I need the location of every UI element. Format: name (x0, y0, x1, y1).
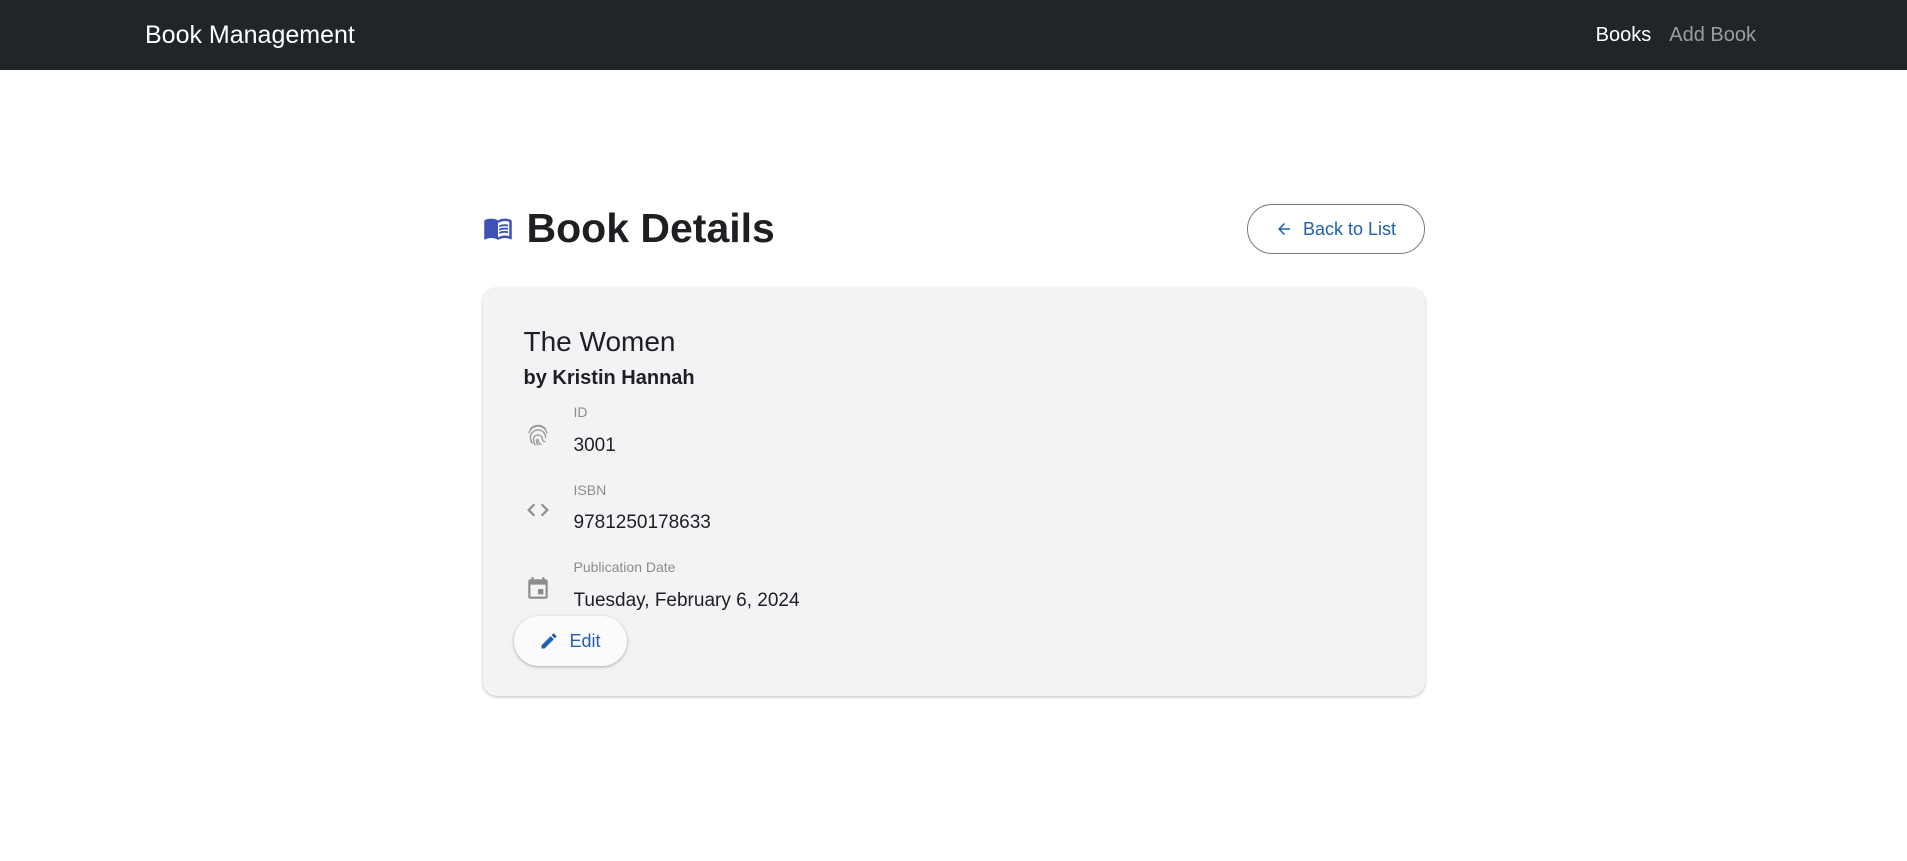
field-value-publication-date: Tuesday, February 6, 2024 (573, 590, 800, 611)
field-label-publication-date: Publication Date (573, 559, 676, 575)
calendar-icon (524, 575, 552, 603)
top-navbar: Book Management Books Add Book (0, 0, 1907, 70)
field-value-id: 3001 (573, 435, 616, 456)
page-header: Book Details Back to List (483, 203, 1425, 254)
nav-links: Books Add Book (1596, 24, 1756, 47)
page-title: Book Details (483, 203, 775, 253)
book-title: The Women (523, 326, 676, 357)
pencil-icon (539, 631, 559, 651)
field-label-isbn: ISBN (573, 482, 607, 498)
edit-button[interactable]: Edit (513, 616, 627, 666)
book-details-card: The Women by Kristin Hannah ID 3001 ISBN (482, 288, 1425, 696)
fingerprint-icon (524, 421, 552, 449)
main-container: Book Details Back to List The Women by K… (482, 70, 1425, 696)
page-title-text: Book Details (526, 205, 775, 251)
back-to-list-button[interactable]: Back to List (1246, 204, 1425, 254)
code-icon (524, 496, 552, 524)
field-label-id: ID (573, 404, 588, 420)
edit-label: Edit (569, 630, 601, 651)
book-open-icon (483, 213, 513, 243)
brand-link[interactable]: Book Management (145, 21, 355, 50)
nav-link-add-book[interactable]: Add Book (1669, 24, 1756, 47)
back-to-list-label: Back to List (1302, 218, 1397, 239)
field-value-isbn: 9781250178633 (573, 512, 711, 533)
nav-link-books[interactable]: Books (1596, 24, 1652, 47)
arrow-left-icon (1275, 220, 1293, 238)
book-author: by Kristin Hannah (523, 367, 695, 389)
